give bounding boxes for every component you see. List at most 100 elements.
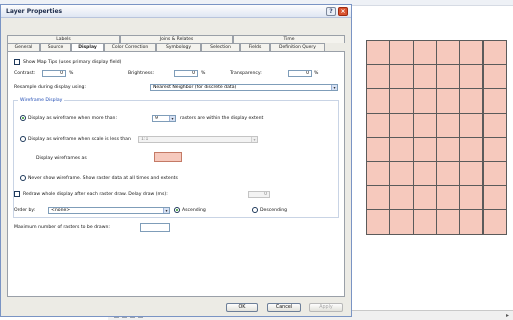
raster-map[interactable] [366, 40, 507, 235]
raster-tile[interactable] [482, 88, 507, 114]
tab-time[interactable]: Time [233, 35, 345, 43]
raster-tile[interactable] [459, 136, 484, 162]
tab-general[interactable]: General [7, 43, 40, 51]
wireframe-count-select[interactable]: 9 ▾ [152, 115, 176, 122]
raster-tile[interactable] [389, 64, 414, 90]
never-wireframe-radio[interactable] [20, 175, 26, 181]
raster-tile[interactable] [389, 136, 414, 162]
brightness-percent: % [201, 71, 206, 76]
raster-tile[interactable] [412, 136, 437, 162]
raster-tile[interactable] [412, 185, 437, 211]
delay-draw-input[interactable]: 0 [248, 191, 270, 198]
raster-tile[interactable] [366, 161, 391, 187]
resample-select[interactable]: Nearest Neighbor (for discrete data) ▾ [150, 84, 338, 91]
raster-tile[interactable] [435, 136, 461, 162]
wireframe-scale-select[interactable]: 1:1 ▾ [138, 136, 258, 143]
raster-tile[interactable] [459, 161, 484, 187]
chevron-down-icon[interactable]: ▾ [251, 137, 257, 142]
raster-tile[interactable] [366, 136, 391, 162]
order-by-label: Order by: [14, 208, 36, 213]
raster-tile[interactable] [366, 40, 391, 66]
raster-tile[interactable] [412, 64, 437, 90]
raster-tile[interactable] [412, 88, 437, 114]
raster-tile[interactable] [389, 88, 414, 114]
raster-tile[interactable] [459, 112, 484, 138]
raster-tile[interactable] [482, 136, 507, 162]
map-tips-checkbox[interactable] [14, 59, 20, 65]
raster-tile[interactable] [389, 112, 414, 138]
dialog-titlebar[interactable]: Layer Properties ? × [1, 5, 351, 18]
raster-tile[interactable] [435, 209, 461, 235]
tab-labels[interactable]: Labels [7, 35, 120, 43]
raster-tile[interactable] [435, 161, 461, 187]
contrast-label: Contrast: [14, 71, 36, 76]
raster-tile[interactable] [435, 40, 461, 66]
tab-symbology[interactable]: Symbology [156, 43, 201, 51]
wireframe-color-swatch[interactable] [154, 152, 182, 162]
raster-tile[interactable] [435, 88, 461, 114]
apply-button[interactable]: Apply [309, 303, 343, 312]
redraw-checkbox[interactable] [14, 191, 20, 197]
raster-tile[interactable] [366, 112, 391, 138]
ok-button[interactable]: OK [226, 303, 258, 312]
max-rasters-input[interactable] [140, 223, 170, 232]
tab-definition-query[interactable]: Definition Query [270, 43, 325, 51]
chevron-down-icon[interactable]: ▾ [163, 208, 169, 213]
raster-tile[interactable] [482, 161, 507, 187]
raster-tile[interactable] [366, 209, 391, 235]
raster-tile[interactable] [459, 209, 484, 235]
raster-tile[interactable] [435, 112, 461, 138]
raster-tile[interactable] [412, 40, 437, 66]
wireframe-count-value: 9 [155, 116, 158, 121]
tab-source[interactable]: Source [40, 43, 71, 51]
ascending-radio[interactable] [174, 207, 180, 213]
cancel-button[interactable]: Cancel [267, 303, 301, 312]
raster-tile[interactable] [482, 40, 507, 66]
raster-tile[interactable] [459, 88, 484, 114]
wireframe-scale-radio[interactable] [20, 136, 26, 142]
chevron-down-icon[interactable]: ▾ [331, 85, 337, 90]
raster-tile[interactable] [459, 64, 484, 90]
raster-tile[interactable] [482, 112, 507, 138]
raster-tile[interactable] [366, 88, 391, 114]
raster-tile[interactable] [482, 209, 507, 235]
tab-color-correction[interactable]: Color Correction [104, 43, 156, 51]
raster-tile[interactable] [412, 161, 437, 187]
contrast-input[interactable]: 0 [42, 70, 66, 77]
tab-selection[interactable]: Selection [201, 43, 240, 51]
raster-tile[interactable] [412, 112, 437, 138]
raster-tile[interactable] [482, 64, 507, 90]
raster-tile[interactable] [389, 161, 414, 187]
display-tab-panel: Show Map Tips (uses primary display fiel… [7, 51, 345, 297]
never-wireframe-label: Never show wireframe. Show raster data a… [28, 176, 178, 181]
raster-tile[interactable] [459, 40, 484, 66]
resample-label: Resample during display using: [14, 85, 86, 90]
scroll-right-icon[interactable]: ▸ [506, 312, 509, 319]
wireframe-count-radio[interactable] [20, 115, 26, 121]
tab-fields[interactable]: Fields [240, 43, 270, 51]
raster-tile[interactable] [389, 209, 414, 235]
transparency-input[interactable]: 0 [288, 70, 312, 77]
transparency-label: Transparency: [230, 71, 262, 76]
raster-tile[interactable] [366, 64, 391, 90]
raster-tile[interactable] [389, 40, 414, 66]
close-button[interactable]: × [338, 7, 348, 16]
wireframe-display-group: Wireframe Display Display as wireframe w… [13, 98, 339, 218]
raster-tile[interactable] [482, 185, 507, 211]
tab-row-back: Labels Joins & Relates Time [7, 35, 345, 43]
brightness-input[interactable]: 0 [174, 70, 198, 77]
tab-display[interactable]: Display [71, 43, 104, 51]
help-button[interactable]: ? [326, 7, 336, 16]
tab-joins-relates[interactable]: Joins & Relates [120, 35, 233, 43]
raster-tile[interactable] [435, 185, 461, 211]
raster-tile[interactable] [412, 209, 437, 235]
raster-tile[interactable] [366, 185, 391, 211]
wireframe-count-suffix: rasters are within the display extent [180, 116, 264, 121]
descending-radio[interactable] [252, 207, 258, 213]
order-by-select[interactable]: <none> ▾ [48, 207, 170, 214]
resample-value: Nearest Neighbor (for discrete data) [153, 85, 237, 90]
raster-tile[interactable] [435, 64, 461, 90]
chevron-down-icon[interactable]: ▾ [169, 116, 175, 121]
raster-tile[interactable] [459, 185, 484, 211]
raster-tile[interactable] [389, 185, 414, 211]
